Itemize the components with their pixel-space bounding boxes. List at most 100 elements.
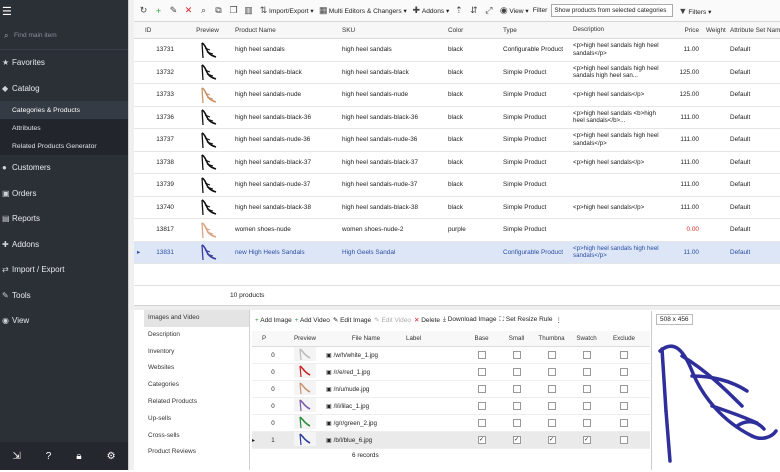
cell-file-name[interactable]: /b/l/blue_6.jpg: [334, 437, 373, 444]
cell-product-name[interactable]: high heel sandals-black-36: [232, 114, 339, 121]
col-weight[interactable]: Weight: [703, 27, 727, 34]
exclude-checkbox[interactable]: [620, 351, 628, 359]
base-checkbox[interactable]: [477, 385, 486, 393]
sidebar-item-orders[interactable]: ▣ Orders: [0, 181, 128, 207]
tab-images-and-video[interactable]: Images and Video: [144, 310, 249, 327]
cell-description[interactable]: <p>high heel sandals high heel sandals</…: [570, 245, 665, 260]
cell-color[interactable]: black: [445, 69, 500, 76]
download-image-button[interactable]: ⤓ Download Image: [443, 316, 496, 324]
thumbnail-checkbox[interactable]: [547, 402, 556, 410]
settings-icon[interactable]: ⚙: [107, 451, 116, 462]
small-checkbox[interactable]: [512, 402, 521, 410]
cell-preview[interactable]: [180, 152, 232, 172]
table-row[interactable]: 13732 high heel sandals-black high heel sa…: [134, 62, 780, 84]
fit-icon[interactable]: ⤢: [483, 5, 494, 16]
cell-product-name[interactable]: new High Heels Sandals: [232, 249, 339, 256]
lock-icon[interactable]: 🔒︎: [76, 451, 81, 462]
cell-position[interactable]: 1: [262, 437, 284, 444]
cell-type[interactable]: Simple Product: [500, 69, 570, 76]
cell-id[interactable]: 13739: [142, 181, 180, 188]
base-checkbox[interactable]: ✓: [477, 436, 486, 444]
col-color[interactable]: Color: [445, 27, 500, 34]
table-row[interactable]: 13740 high heel sandals-black-38 high heel…: [134, 197, 780, 219]
cell-product-name[interactable]: women shoes-nude: [232, 226, 339, 233]
col-thumbnail[interactable]: Thumbna: [534, 335, 569, 342]
cell-product-name[interactable]: high heel sandals-nude: [232, 91, 339, 98]
add-image-button[interactable]: + Add Image: [255, 317, 292, 324]
image-row[interactable]: 0 ▣ /l/i/lilac_1.jpg: [252, 398, 650, 415]
cell-sku[interactable]: high heel sandals-black-36: [339, 114, 445, 121]
cell-product-name[interactable]: high heel sandals: [232, 46, 339, 53]
cell-id[interactable]: 13736: [142, 114, 180, 121]
addons-menu[interactable]: ✚ Addons ▾: [411, 5, 450, 16]
add-video-button[interactable]: + Add Video: [295, 317, 330, 324]
cell-id[interactable]: 13737: [142, 136, 180, 143]
cell-price[interactable]: 111.00: [665, 136, 703, 143]
thumbnail-checkbox[interactable]: [547, 385, 556, 393]
sidebar-item-import-export[interactable]: ⇄ Import / Export: [0, 257, 128, 283]
cell-position[interactable]: 0: [262, 352, 284, 359]
cell-file-name[interactable]: /l/i/lilac_1.jpg: [334, 403, 369, 410]
sidebar-item-tools[interactable]: ✎ Tools: [0, 283, 128, 309]
table-row[interactable]: 13739 high heel sandals-nude-37 high heel …: [134, 174, 780, 197]
cell-id[interactable]: 13732: [142, 69, 180, 76]
cell-color[interactable]: black: [445, 136, 500, 143]
col-product-name[interactable]: Product Name: [232, 27, 339, 34]
cell-price[interactable]: 125.00: [665, 91, 703, 98]
cell-preview[interactable]: [180, 220, 232, 240]
cell-image-preview[interactable]: [284, 381, 326, 397]
col-label[interactable]: Label: [406, 335, 464, 342]
cell-price[interactable]: 11.00: [665, 46, 703, 53]
table-row[interactable]: 13737 high heel sandals-nude-36 high heel …: [134, 129, 780, 152]
cell-description[interactable]: <p>high heel sandals high heel sandals</…: [570, 42, 665, 57]
delete-image-button[interactable]: ✕ Delete: [414, 316, 440, 324]
col-type[interactable]: Type: [500, 27, 570, 34]
tab-up-sells[interactable]: Up-sells: [144, 411, 249, 428]
swatch-checkbox[interactable]: [582, 368, 591, 376]
col-attribute-set[interactable]: Attribute Set Name: [727, 27, 780, 34]
cell-position[interactable]: 0: [262, 403, 284, 410]
cell-type[interactable]: Simple Product: [500, 91, 570, 98]
tab-description[interactable]: Description: [144, 327, 249, 344]
cell-file-name[interactable]: /w/h/white_1.jpg: [334, 352, 378, 359]
sidebar-subitem-categories-products[interactable]: Categories & Products: [0, 101, 128, 119]
cell-preview[interactable]: [180, 242, 232, 262]
cell-product-name[interactable]: high heel sandals-black-37: [232, 159, 339, 166]
cell-attribute-set[interactable]: Default: [727, 181, 780, 188]
copy-icon[interactable]: ⧉: [213, 5, 224, 16]
cell-preview[interactable]: [180, 197, 232, 217]
thumbnail-checkbox[interactable]: ✓: [547, 436, 556, 444]
col-swatch[interactable]: Swatch: [569, 335, 604, 342]
cell-preview[interactable]: [180, 40, 232, 60]
swatch-checkbox[interactable]: [582, 385, 591, 393]
cell-sku[interactable]: high heel sandals: [339, 46, 445, 53]
cell-type[interactable]: Simple Product: [500, 204, 570, 211]
cell-description[interactable]: <p>high heel sandals</p>: [570, 204, 665, 212]
table-row[interactable]: 13733 high heel sandals-nude high heel san…: [134, 84, 780, 107]
col-position[interactable]: P: [262, 335, 284, 342]
cell-product-name[interactable]: high heel sandals-black-38: [232, 204, 339, 211]
exit-icon[interactable]: ⇲: [12, 451, 20, 462]
table-row[interactable]: 13736 high heel sandals-black-36 high heel…: [134, 107, 780, 129]
cell-sku[interactable]: high heel sandals-nude-37: [339, 181, 445, 188]
cell-sku[interactable]: high heel sandals-black-37: [339, 159, 445, 166]
sort-asc-icon[interactable]: ⇡: [453, 5, 464, 16]
menu-icon[interactable]: ☰: [0, 0, 128, 22]
cell-type[interactable]: Simple Product: [500, 181, 570, 188]
cell-image-preview[interactable]: [284, 398, 326, 414]
cell-type[interactable]: Simple Product: [500, 226, 570, 233]
image-row[interactable]: 0 ▣ /n/u/nude.jpg: [252, 381, 650, 398]
sidebar-item-customers[interactable]: ● Customers: [0, 155, 128, 181]
swatch-checkbox[interactable]: [582, 419, 591, 427]
small-checkbox[interactable]: ✓: [512, 436, 521, 444]
cell-color[interactable]: black: [445, 204, 500, 211]
tab-cross-sells[interactable]: Cross-sells: [144, 428, 249, 445]
col-id[interactable]: ID: [142, 27, 180, 34]
cell-id[interactable]: 13740: [142, 204, 180, 211]
sidebar-item-catalog[interactable]: ◆ Catalog: [0, 76, 128, 102]
cell-file-name[interactable]: /n/u/nude.jpg: [334, 386, 370, 393]
cell-id[interactable]: 13733: [142, 91, 180, 98]
table-row[interactable]: ▸ 13831 new High Heels Sandals High Geels S…: [134, 241, 780, 264]
add-icon[interactable]: +: [153, 6, 164, 16]
image-row[interactable]: 0 ▣ /w/h/white_1.jpg: [252, 347, 650, 364]
